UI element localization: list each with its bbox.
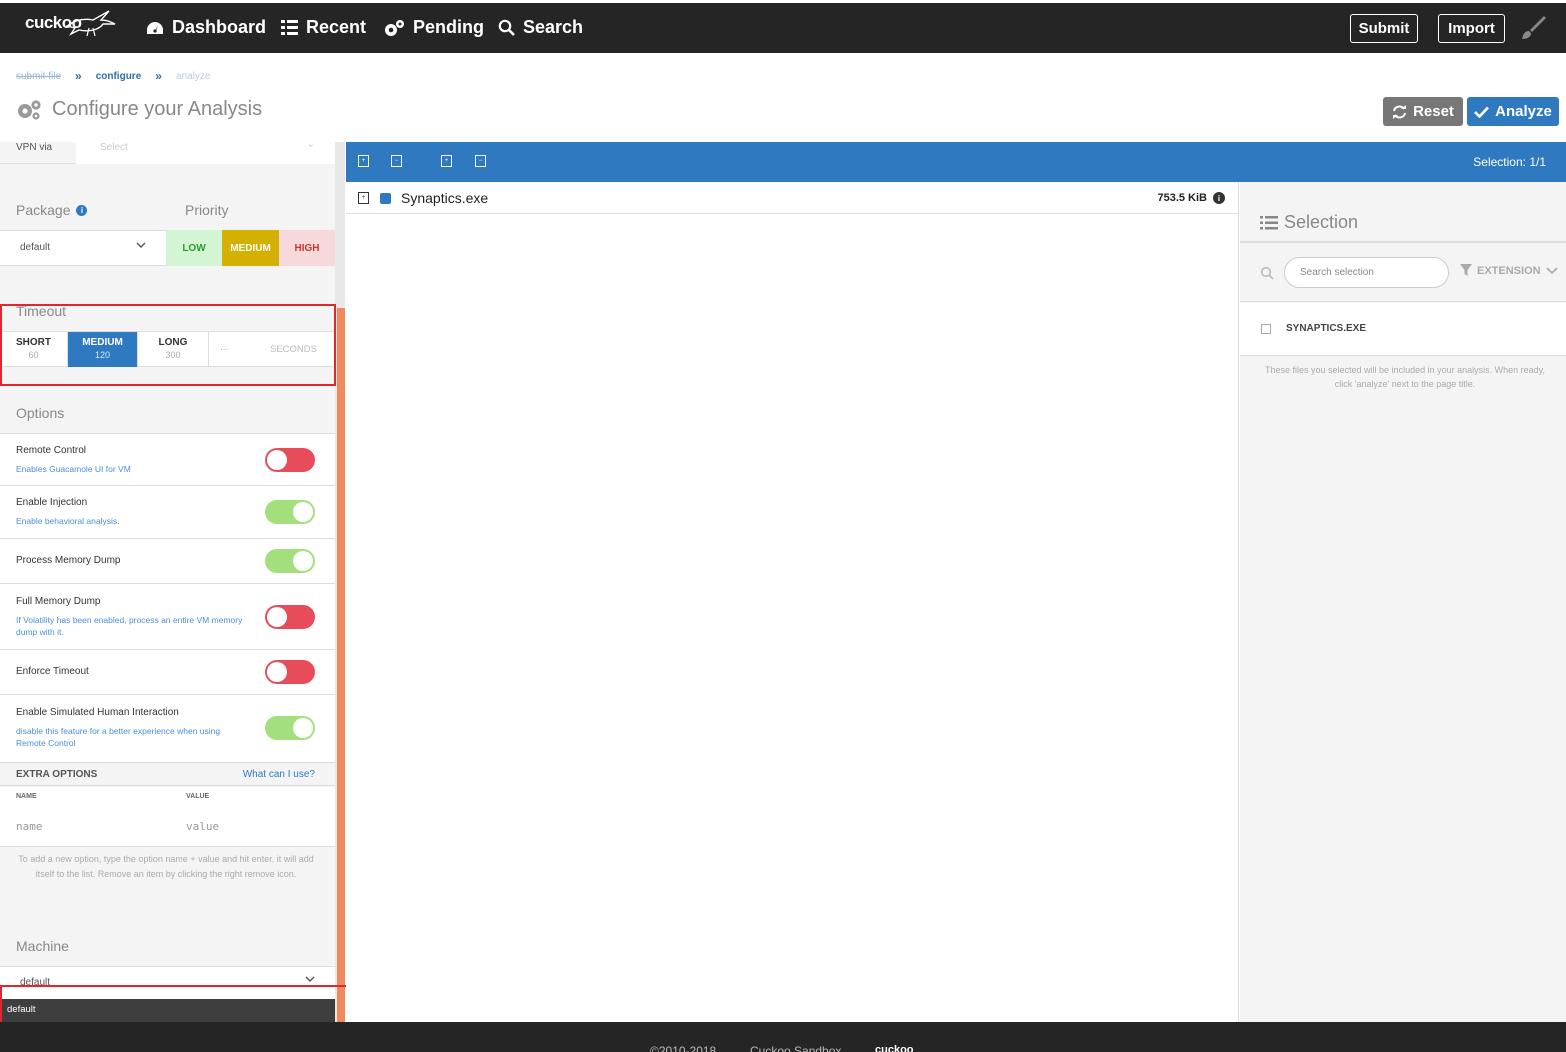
dashboard-icon: [147, 21, 163, 34]
option-remote-control: Remote Control Enables Guacamole UI for …: [0, 433, 335, 486]
breadcrumb-configure: configure: [95, 70, 142, 82]
breadcrumb-analyze: analyze: [175, 70, 211, 82]
nav-dashboard[interactable]: Dashboard: [146, 17, 266, 38]
selection-help: These files you selected will be include…: [1265, 365, 1545, 389]
enforce-timeout-toggle[interactable]: [265, 660, 315, 684]
option-simulated-human-interaction: Enable Simulated Human Interaction disab…: [0, 695, 335, 763]
timeout-highlight-box: [0, 304, 336, 386]
nav-pending[interactable]: Pending: [383, 17, 484, 38]
select-all-icon[interactable]: +: [441, 155, 452, 167]
cuckoo-logo[interactable]: cuckoo: [25, 10, 116, 37]
footer: ©2010-2018 Cuckoo Sandbox cuckoo: [0, 1022, 1566, 1052]
footer-logo: cuckoo: [875, 1044, 914, 1052]
list-icon: [281, 20, 298, 35]
breadcrumb-separator-icon: »: [75, 69, 82, 83]
file-tree-toolbar: + − + − Selection: 1/1: [346, 142, 1566, 182]
extra-option-name-input[interactable]: name: [16, 820, 43, 833]
vpn-row: VPN via Select ⌄: [0, 142, 335, 164]
submit-button[interactable]: Submit: [1350, 14, 1418, 43]
selection-search-input[interactable]: Search selection: [1284, 257, 1449, 288]
option-enforce-timeout: Enforce Timeout: [0, 650, 335, 695]
file-size: 753.5 KiB: [1157, 192, 1207, 204]
selection-header: Selection: [1240, 182, 1566, 243]
chevron-down-icon: [305, 976, 315, 982]
full-memory-dump-toggle[interactable]: [265, 605, 315, 629]
info-icon[interactable]: i: [76, 204, 88, 216]
priority-medium[interactable]: MEDIUM: [222, 230, 279, 266]
filter-icon: [1460, 264, 1472, 276]
selection-item[interactable]: SYNAPTICS.EXE: [1240, 303, 1566, 356]
option-process-memory-dump: Process Memory Dump: [0, 539, 335, 584]
file-tree-panel: + Synaptics.exe 753.5 KiB i: [346, 182, 1239, 1022]
info-icon[interactable]: i: [1213, 192, 1225, 204]
chevron-down-icon: [1546, 266, 1558, 274]
options-heading: Options: [16, 405, 65, 421]
remote-control-toggle[interactable]: [265, 448, 315, 472]
analyze-button[interactable]: Analyze: [1467, 97, 1559, 126]
top-navbar: cuckoo Dashboard Recent Pending Search S…: [0, 3, 1566, 53]
extra-options-fields: NAME VALUE name value: [0, 787, 335, 847]
expand-all-icon[interactable]: +: [358, 155, 369, 167]
deselect-all-icon[interactable]: −: [475, 155, 486, 167]
gears-icon: [18, 99, 41, 120]
package-select[interactable]: default: [0, 230, 166, 266]
cuckoo-bird-icon: [65, 10, 116, 37]
breadcrumb: submit file » configure » analyze: [16, 69, 210, 83]
selection-item-checkbox[interactable]: [1261, 324, 1271, 334]
search-icon: [1260, 266, 1274, 280]
process-memory-dump-toggle[interactable]: [265, 549, 315, 573]
option-full-memory-dump: Full Memory Dump If Volatility has been …: [0, 584, 335, 650]
nav-recent[interactable]: Recent: [281, 17, 366, 38]
refresh-icon: [1393, 104, 1407, 119]
selection-count: Selection: 1/1: [1473, 155, 1546, 169]
list-icon: [1260, 215, 1278, 229]
machine-heading: Machine: [16, 938, 69, 954]
priority-low[interactable]: LOW: [166, 230, 222, 266]
extension-filter[interactable]: EXTENSION: [1460, 264, 1558, 277]
priority-heading: Priority: [185, 202, 229, 218]
what-can-i-use-link[interactable]: What can I use?: [243, 769, 315, 780]
file-name: Synaptics.exe: [401, 190, 489, 206]
selection-title: Selection: [1284, 212, 1359, 232]
footer-copyright: ©2010-2018: [650, 1044, 717, 1052]
selection-panel: Selection Search selection EXTENSION SYN…: [1240, 182, 1566, 1022]
config-panel: VPN via Select ⌄ Package i Priority defa…: [0, 142, 335, 1022]
priority-high[interactable]: HIGH: [279, 230, 335, 266]
breadcrumb-separator-icon: »: [155, 69, 162, 83]
file-checkbox[interactable]: [380, 193, 391, 204]
extra-options-header: EXTRA OPTIONS What can I use?: [0, 763, 335, 786]
reset-button[interactable]: Reset: [1383, 97, 1463, 126]
import-button[interactable]: Import: [1438, 14, 1505, 43]
chevron-down-icon: ⌄: [306, 142, 315, 150]
check-icon: [1474, 106, 1490, 118]
extra-options-help: To add a new option, type the option nam…: [18, 854, 314, 879]
config-scrollbar-thumb[interactable]: [337, 308, 345, 1022]
vpn-label: VPN via: [16, 142, 53, 153]
extra-option-value-input[interactable]: value: [186, 820, 219, 833]
search-icon: [498, 19, 515, 36]
file-row[interactable]: + Synaptics.exe 753.5 KiB i: [346, 182, 1239, 214]
collapse-all-icon[interactable]: −: [391, 155, 402, 167]
human-interaction-toggle[interactable]: [265, 716, 315, 740]
chevron-down-icon: [136, 242, 146, 248]
enable-injection-toggle[interactable]: [265, 500, 315, 524]
gears-icon: [385, 19, 404, 36]
footer-product: Cuckoo Sandbox: [750, 1044, 842, 1052]
file-expand-icon[interactable]: +: [358, 192, 369, 204]
page-title: Configure your Analysis: [16, 98, 262, 121]
selection-search-bar: Search selection EXTENSION: [1240, 244, 1566, 302]
breadcrumb-submit-file[interactable]: submit file: [16, 71, 61, 82]
package-heading: Package i: [16, 202, 88, 218]
paintbrush-icon[interactable]: [1520, 15, 1546, 41]
nav-search[interactable]: Search: [498, 17, 583, 38]
vpn-select[interactable]: Select ⌄: [76, 142, 335, 164]
selection-item-name: SYNAPTICS.EXE: [1286, 323, 1367, 334]
option-enable-injection: Enable Injection Enable behavioral analy…: [0, 486, 335, 539]
